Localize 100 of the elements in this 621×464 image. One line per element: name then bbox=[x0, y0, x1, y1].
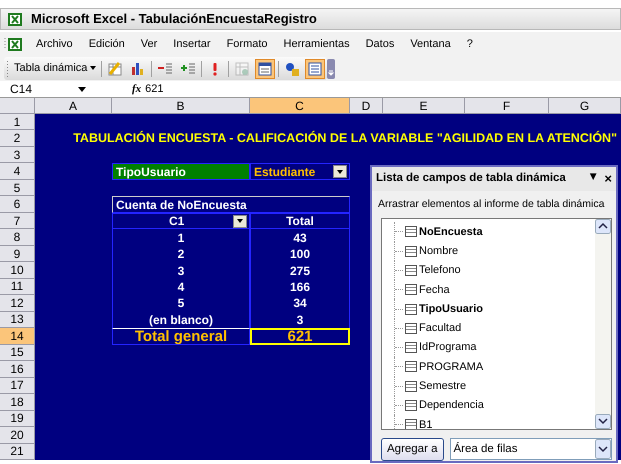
field-item[interactable]: Nombre bbox=[419, 242, 458, 260]
value-cell: 3 bbox=[250, 312, 350, 328]
row-label-cell: 4 bbox=[112, 278, 250, 296]
field-item[interactable]: Dependencia bbox=[419, 397, 484, 414]
field-icon bbox=[405, 246, 417, 257]
value-cell: 166 bbox=[250, 278, 350, 296]
instruction-text: Arrastrar elementos al informe de tabla dinámica bbox=[377, 196, 606, 212]
row-label-cell: 3 bbox=[112, 262, 250, 279]
pivot-table-menu[interactable]: Tabla dinámica bbox=[12, 63, 98, 74]
field-item[interactable]: NoEncuesta bbox=[419, 224, 483, 240]
row-header[interactable]: 6 bbox=[0, 196, 35, 213]
row-label-cell: 2 bbox=[112, 246, 250, 262]
dropdown-icon[interactable] bbox=[78, 86, 86, 92]
row-header[interactable]: 4 bbox=[0, 163, 35, 180]
field-icon bbox=[405, 322, 417, 334]
field-icon bbox=[405, 380, 417, 392]
menu-item[interactable]: Ver bbox=[138, 38, 160, 50]
column-header[interactable]: C bbox=[250, 98, 350, 114]
field-icon bbox=[405, 400, 417, 412]
row-header[interactable]: 1 bbox=[0, 114, 35, 130]
row-field-header[interactable]: C1 bbox=[169, 215, 184, 228]
field-icon bbox=[405, 304, 417, 315]
row-header[interactable]: 15 bbox=[0, 344, 35, 362]
row-header[interactable]: 19 bbox=[0, 410, 35, 428]
row-header[interactable]: 11 bbox=[0, 278, 35, 296]
row-header[interactable]: 10 bbox=[0, 262, 35, 279]
grip-icon bbox=[6, 60, 9, 78]
column-header[interactable]: E bbox=[383, 98, 465, 114]
menu-item[interactable]: Formato bbox=[224, 38, 270, 50]
spreadsheet-icon bbox=[7, 12, 23, 26]
panel-menu-button[interactable]: ▼ bbox=[588, 169, 599, 188]
data-field-header: Cuenta de NoEncuesta bbox=[112, 196, 350, 213]
field-item[interactable]: Fecha bbox=[419, 282, 450, 298]
column-header-cell: Total bbox=[250, 212, 350, 230]
field-item[interactable]: Semestre bbox=[419, 378, 466, 395]
value-cell: 275 bbox=[250, 262, 350, 279]
scroll-up-button[interactable] bbox=[595, 219, 611, 234]
panel-title: Lista de campos de tabla dinámica bbox=[376, 171, 566, 186]
name-box[interactable]: C14 bbox=[0, 83, 78, 95]
menu-item[interactable]: Herramientas bbox=[282, 38, 352, 50]
row-header[interactable]: 2 bbox=[0, 130, 35, 147]
window-title: Microsoft Excel - TabulaciónEncuestaRegistro bbox=[31, 10, 317, 28]
field-item[interactable]: PROGRAMA bbox=[419, 358, 484, 376]
field-icon bbox=[405, 284, 417, 296]
field-icon bbox=[405, 264, 417, 276]
menu-item[interactable]: Insertar bbox=[171, 38, 213, 50]
field-list-icon[interactable] bbox=[255, 58, 276, 78]
row-header[interactable]: 14 bbox=[0, 328, 35, 345]
field-item[interactable]: Facultad bbox=[419, 320, 462, 337]
formula-value[interactable]: 621 bbox=[145, 84, 164, 94]
scroll-down-button[interactable] bbox=[595, 414, 611, 429]
row-header[interactable]: 16 bbox=[0, 361, 35, 378]
menu-item[interactable]: Ventana bbox=[408, 38, 453, 50]
field-item[interactable]: Telefono bbox=[419, 262, 461, 279]
spreadsheet-icon bbox=[4, 36, 22, 52]
menu-item[interactable]: Edición bbox=[86, 38, 127, 50]
menu-item[interactable]: ? bbox=[464, 38, 475, 50]
grand-total-value[interactable]: 621 bbox=[250, 328, 350, 345]
row-header[interactable]: 21 bbox=[0, 444, 35, 460]
column-header[interactable]: D bbox=[350, 98, 383, 114]
field-item[interactable]: IdPrograma bbox=[419, 339, 476, 356]
row-label-cell: 1 bbox=[112, 229, 250, 246]
grand-total-label: Total general bbox=[112, 328, 250, 345]
list-icon[interactable] bbox=[305, 58, 326, 78]
scrollbar[interactable] bbox=[595, 219, 611, 429]
caret-icon bbox=[336, 168, 344, 175]
page-field-label: TipoUsuario bbox=[112, 163, 250, 180]
row-header[interactable]: 5 bbox=[0, 180, 35, 196]
field-item[interactable]: TipoUsuario bbox=[419, 300, 483, 318]
row-header[interactable]: 20 bbox=[0, 427, 35, 444]
row-header[interactable]: 18 bbox=[0, 394, 35, 411]
value-cell: 100 bbox=[250, 246, 350, 262]
field-icon bbox=[405, 226, 417, 238]
row-header[interactable]: 12 bbox=[0, 295, 35, 312]
menu-item[interactable]: Datos bbox=[364, 38, 396, 50]
add-to-button[interactable]: Agregar a bbox=[381, 438, 444, 461]
row-header[interactable]: 7 bbox=[0, 212, 35, 230]
close-button[interactable]: × bbox=[604, 169, 612, 188]
area-dropdown[interactable]: Área de filas bbox=[450, 438, 612, 460]
value-cell: 43 bbox=[250, 229, 350, 246]
column-header[interactable]: G bbox=[549, 98, 621, 114]
menu-item[interactable]: Archivo bbox=[34, 38, 75, 50]
column-header[interactable]: B bbox=[112, 98, 250, 114]
field-item[interactable]: B1 bbox=[419, 416, 432, 429]
overflow-icon bbox=[327, 58, 336, 78]
field-icon bbox=[405, 342, 417, 354]
dropdown-button[interactable] bbox=[233, 214, 247, 228]
row-label-cell: (en blanco) bbox=[112, 312, 250, 328]
column-header[interactable]: A bbox=[35, 98, 112, 114]
row-header[interactable]: 8 bbox=[0, 229, 35, 246]
column-header[interactable]: F bbox=[465, 98, 549, 114]
sheet-title: TABULACIÓN ENCUESTA - CALIFICACIÓN DE LA VARIABLE "AGILIDAD EN LA ATENCIÓN" bbox=[72, 130, 618, 147]
value-cell: 34 bbox=[250, 295, 350, 312]
row-header[interactable]: 9 bbox=[0, 246, 35, 262]
row-header[interactable]: 17 bbox=[0, 378, 35, 394]
dropdown-button[interactable] bbox=[333, 165, 347, 178]
field-icon bbox=[405, 361, 417, 372]
function-label[interactable]: fx bbox=[132, 84, 142, 94]
row-header[interactable]: 3 bbox=[0, 146, 35, 164]
row-header[interactable]: 13 bbox=[0, 312, 35, 328]
